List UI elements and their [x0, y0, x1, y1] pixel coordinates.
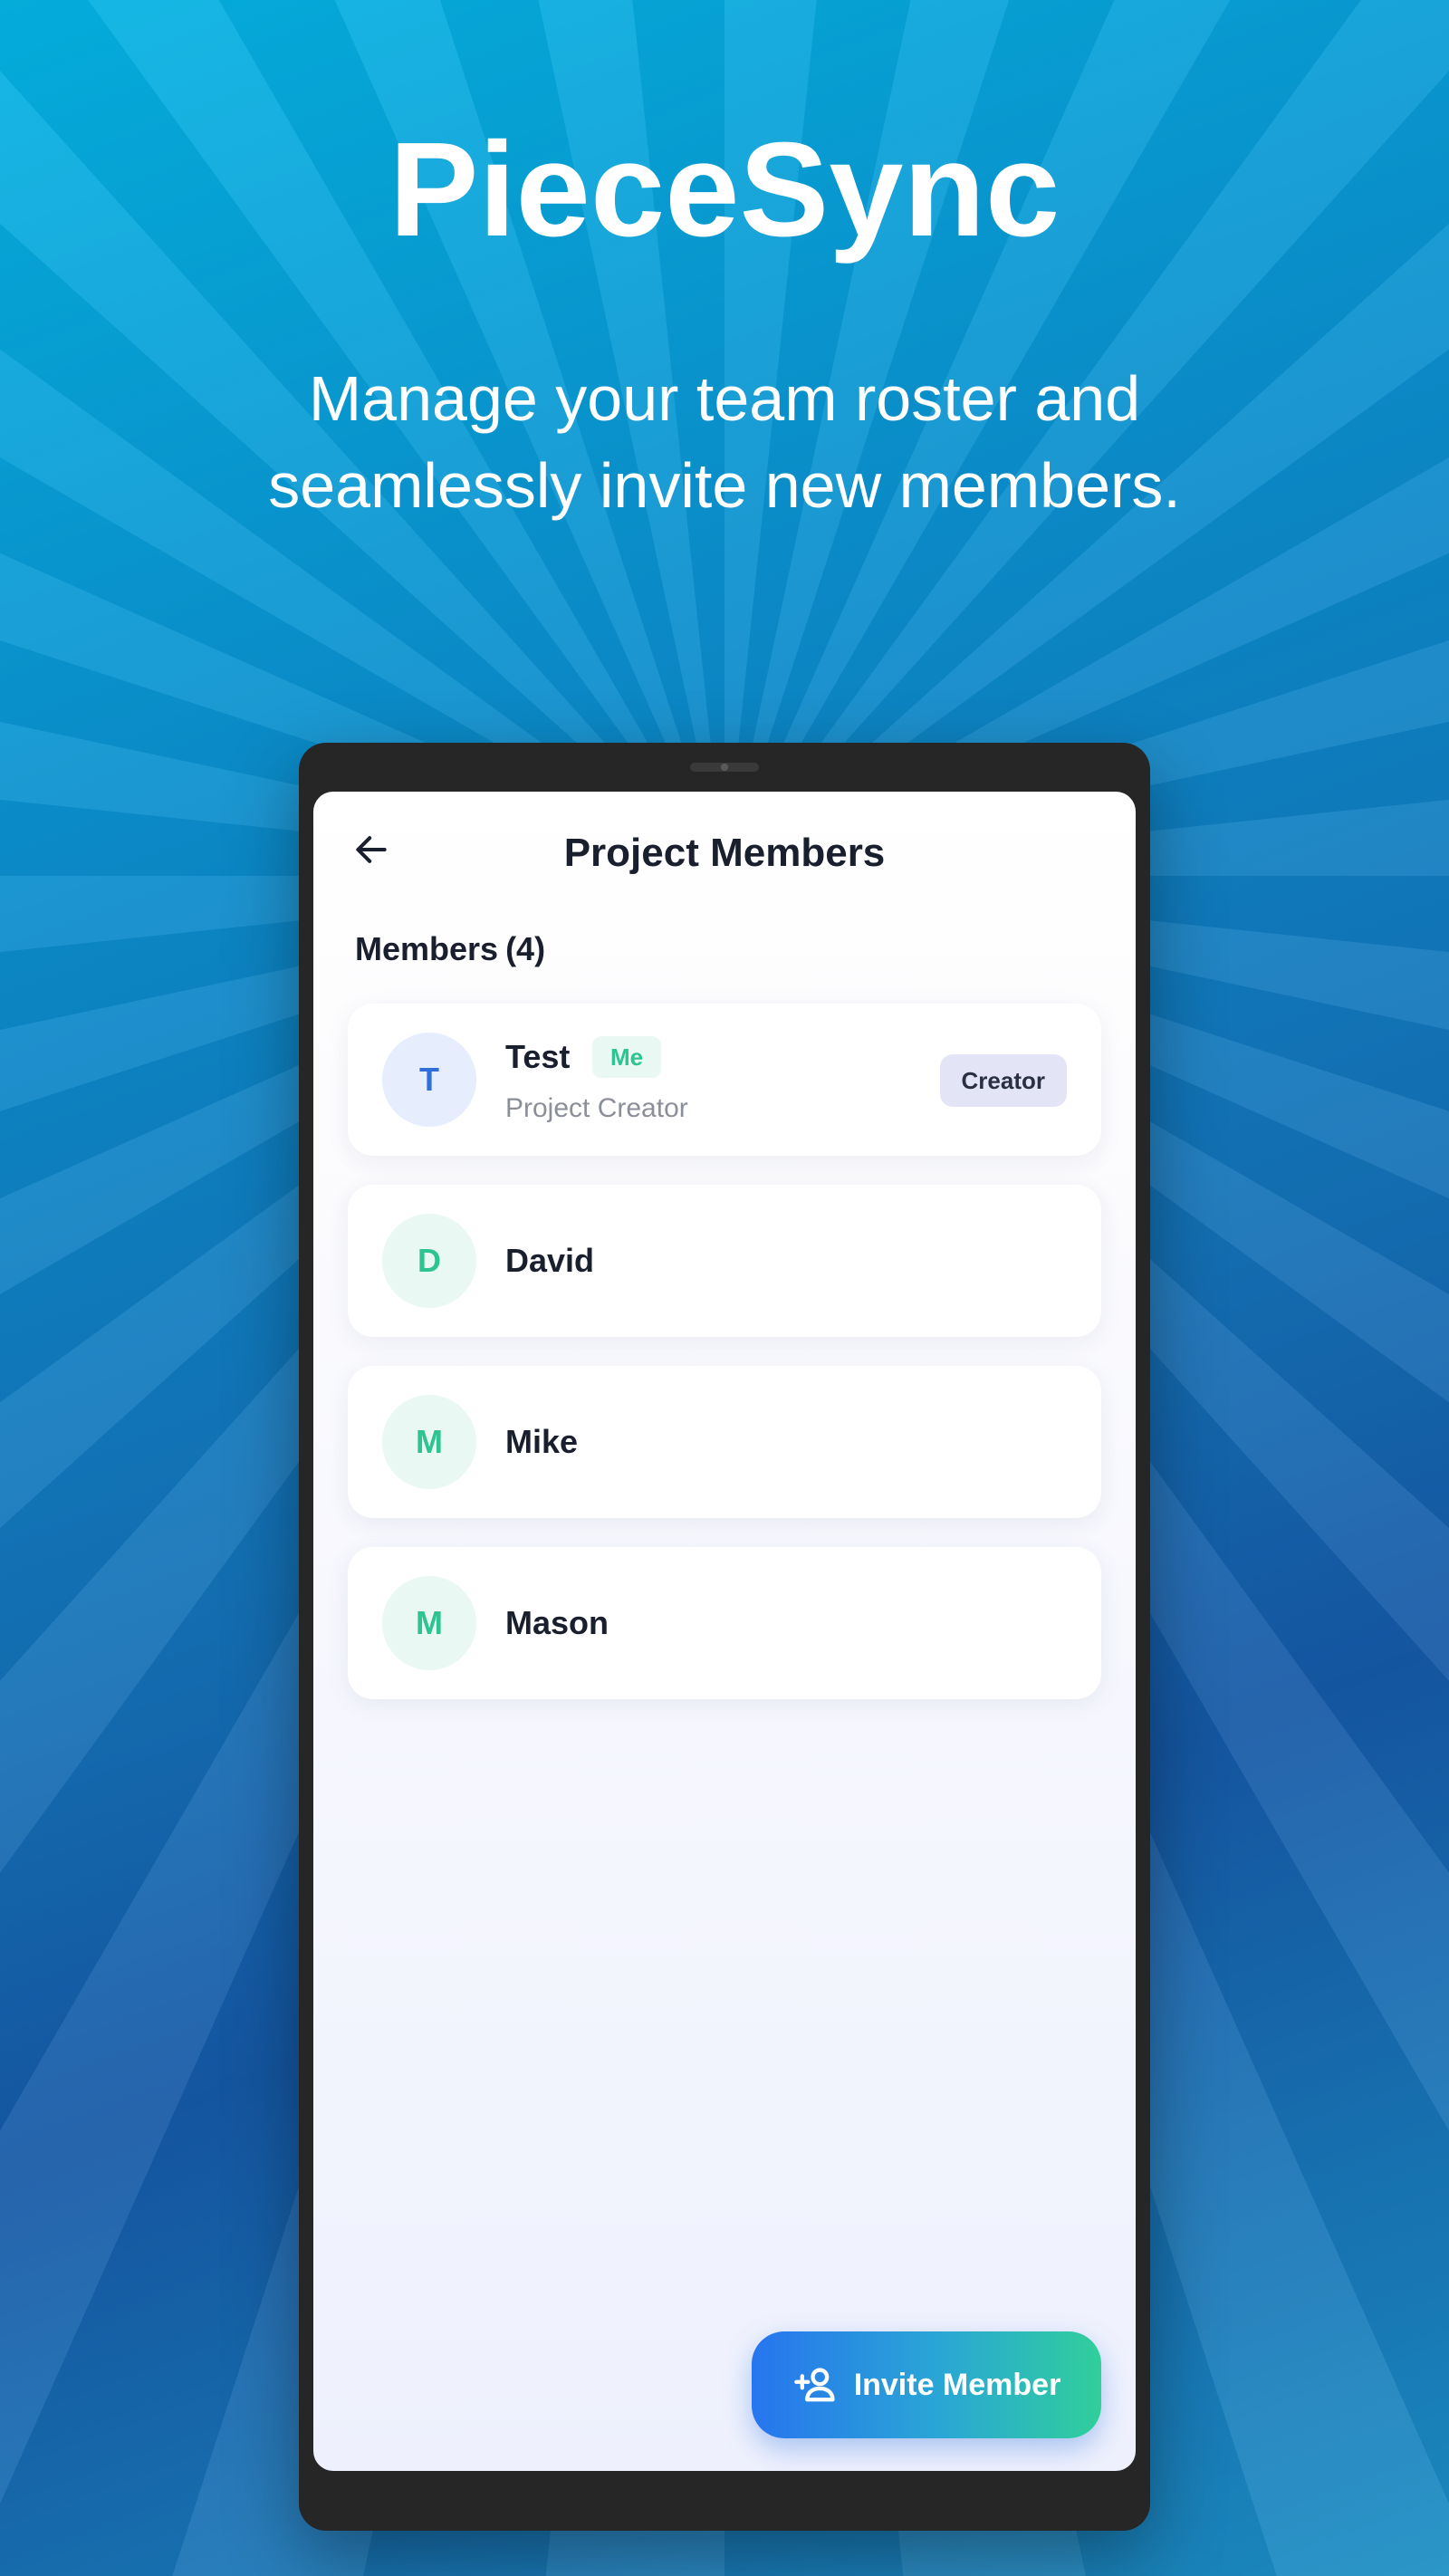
invite-member-button[interactable]: Invite Member	[752, 2331, 1101, 2438]
page-title: Project Members	[563, 831, 886, 875]
member-name: David	[505, 1242, 595, 1279]
member-card-mike[interactable]: M Mike	[348, 1366, 1101, 1518]
members-count: (4)	[505, 930, 546, 967]
member-name: Mike	[505, 1423, 579, 1460]
phone-camera	[721, 764, 728, 771]
phone-frame: Project Members Members (4) T Test Me Pro…	[299, 743, 1150, 2531]
app-bar: Project Members	[313, 792, 1136, 928]
me-badge: Me	[592, 1036, 662, 1078]
member-role: Project Creator	[505, 1093, 688, 1123]
member-card-mason[interactable]: M Mason	[348, 1547, 1101, 1699]
hero-title: PieceSync	[389, 115, 1060, 264]
invite-member-label: Invite Member	[853, 2368, 1061, 2402]
hero-subtitle: Manage your team roster and seamlessly i…	[268, 363, 1181, 521]
avatar: M	[382, 1395, 476, 1489]
member-card-david[interactable]: D David	[348, 1185, 1101, 1337]
person-add-icon	[793, 2368, 835, 2402]
app-screen: Project Members Members (4) T Test Me Pro…	[313, 792, 1136, 2471]
member-name: Mason	[505, 1604, 609, 1641]
avatar: T	[382, 1033, 476, 1127]
member-card-test[interactable]: T Test Me Project Creator Creator	[348, 1004, 1101, 1156]
members-section-title: Members (4)	[355, 928, 545, 971]
creator-badge: Creator	[939, 1054, 1067, 1107]
member-name: Test	[505, 1038, 571, 1075]
members-label: Members	[355, 930, 499, 967]
avatar: M	[382, 1576, 476, 1670]
avatar: D	[382, 1214, 476, 1308]
